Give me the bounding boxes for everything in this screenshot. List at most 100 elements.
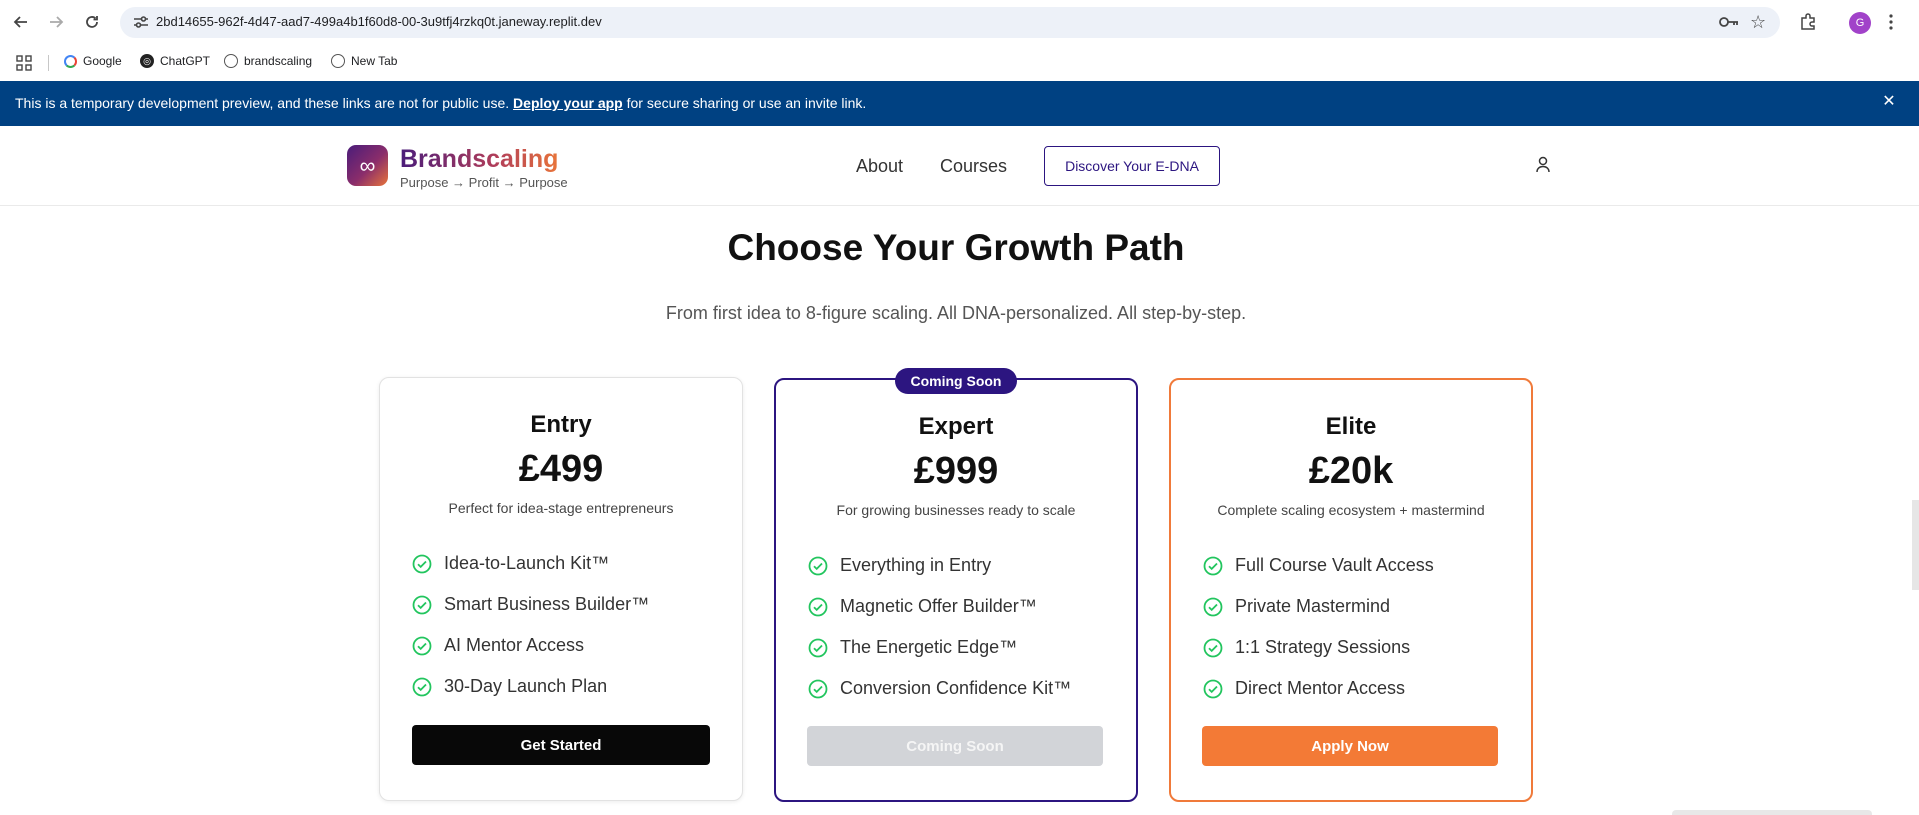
check-circle-icon <box>1203 679 1223 698</box>
feature-list: Everything in Entry Magnetic Offer Build… <box>808 545 1071 709</box>
feature-label: Magnetic Offer Builder™ <box>840 596 1037 616</box>
check-circle-icon <box>412 595 432 614</box>
apps-grid-icon[interactable] <box>16 55 32 71</box>
profile-avatar[interactable]: G <box>1849 12 1871 34</box>
feature-label: The Energetic Edge™ <box>840 637 1018 657</box>
plan-price: £499 <box>518 448 604 490</box>
feature-item: Everything in Entry <box>808 545 1071 586</box>
bookmark-brandscaling[interactable]: brandscaling <box>224 54 312 68</box>
banner-text: This is a temporary development preview,… <box>15 95 866 111</box>
feature-item: Magnetic Offer Builder™ <box>808 586 1071 627</box>
feature-label: Private Mastermind <box>1235 596 1391 616</box>
plan-price: £20k <box>1308 450 1394 492</box>
banner-suffix: for secure sharing or use an invite link… <box>622 95 867 111</box>
plan-name: Expert <box>918 413 994 440</box>
plan-card-entry: Entry £499 Perfect for idea-stage entrep… <box>379 377 743 801</box>
bookmarks-separator <box>48 55 49 71</box>
feature-item: Full Course Vault Access <box>1203 545 1434 586</box>
banner-prefix: This is a temporary development preview,… <box>15 95 514 111</box>
nav-courses[interactable]: Courses <box>940 156 1007 177</box>
check-circle-icon <box>1203 556 1223 575</box>
bookmark-label: brandscaling <box>244 54 313 68</box>
check-circle-icon <box>808 679 828 698</box>
address-bar[interactable]: 2bd14655-962f-4d47-aad7-499a4b1f60d8-00-… <box>120 7 1780 38</box>
extensions-puzzle-icon[interactable] <box>1797 11 1819 33</box>
globe-icon <box>331 54 345 68</box>
feature-list: Full Course Vault Access Private Masterm… <box>1203 545 1434 709</box>
feature-label: Idea-to-Launch Kit™ <box>444 553 610 573</box>
feature-item: Smart Business Builder™ <box>412 584 649 625</box>
bookmark-label: Google <box>83 54 122 68</box>
plan-price: £999 <box>913 450 999 492</box>
feature-item: Direct Mentor Access <box>1203 668 1434 709</box>
feature-item: 30-Day Launch Plan <box>412 666 649 707</box>
feature-item: The Energetic Edge™ <box>808 627 1071 668</box>
feature-list: Idea-to-Launch Kit™ Smart Business Build… <box>412 543 649 707</box>
feature-label: Direct Mentor Access <box>1235 678 1406 698</box>
check-circle-icon <box>808 597 828 616</box>
scrollbar-thumb[interactable] <box>1912 500 1919 590</box>
bookmark-label: New Tab <box>351 54 398 68</box>
plan-name: Entry <box>530 411 592 438</box>
bookmarks-bar: Google ◎ ChatGPT brandscaling New Tab <box>0 45 1919 81</box>
brand-tagline: Purpose → Profit → Purpose <box>400 175 568 190</box>
dev-preview-banner: This is a temporary development preview,… <box>0 81 1919 126</box>
feature-label: 1:1 Strategy Sessions <box>1235 637 1411 657</box>
chatgpt-icon: ◎ <box>140 54 154 68</box>
browser-toolbar: 2bd14655-962f-4d47-aad7-499a4b1f60d8-00-… <box>0 0 1919 45</box>
get-started-button[interactable]: Get Started <box>412 725 710 765</box>
check-circle-icon <box>1203 597 1223 616</box>
page-title: Choose Your Growth Path <box>727 227 1185 268</box>
check-circle-icon <box>412 554 432 573</box>
plan-card-expert: Expert £999 For growing businesses ready… <box>774 378 1138 802</box>
url-text[interactable]: 2bd14655-962f-4d47-aad7-499a4b1f60d8-00-… <box>156 14 602 29</box>
feature-label: Everything in Entry <box>840 555 992 575</box>
feature-label: Conversion Confidence Kit™ <box>840 678 1072 698</box>
bookmark-google[interactable]: Google <box>64 54 122 68</box>
plan-name: Elite <box>1325 413 1377 440</box>
feature-label: Full Course Vault Access <box>1235 555 1434 575</box>
logo-infinity-icon[interactable]: ∞ <box>347 145 388 186</box>
site-settings-icon[interactable] <box>132 14 150 30</box>
feature-item: 1:1 Strategy Sessions <box>1203 627 1434 668</box>
discover-edna-button[interactable]: Discover Your E-DNA <box>1044 146 1220 186</box>
coming-soon-badge: Coming Soon <box>895 368 1017 394</box>
bookmark-chatgpt[interactable]: ◎ ChatGPT <box>140 54 210 68</box>
check-circle-icon <box>1203 638 1223 657</box>
feature-item: AI Mentor Access <box>412 625 649 666</box>
feature-item: Idea-to-Launch Kit™ <box>412 543 649 584</box>
back-arrow-icon[interactable] <box>10 11 32 33</box>
feature-label: Smart Business Builder™ <box>444 594 650 614</box>
feature-label: AI Mentor Access <box>444 635 585 655</box>
globe-icon <box>224 54 238 68</box>
plan-card-elite: Elite £20k Complete scaling ecosystem + … <box>1169 378 1533 802</box>
user-icon[interactable] <box>1535 156 1551 174</box>
brand-name[interactable]: Brandscaling <box>400 145 558 174</box>
forward-arrow-icon[interactable] <box>45 11 67 33</box>
feature-label: 30-Day Launch Plan <box>444 676 608 696</box>
deploy-app-link[interactable]: Deploy your app <box>513 95 623 111</box>
password-key-icon[interactable] <box>1718 14 1740 30</box>
reload-icon[interactable] <box>81 11 103 33</box>
coming-soon-button[interactable]: Coming Soon <box>807 726 1103 766</box>
check-circle-icon <box>808 638 828 657</box>
plan-description: For growing businesses ready to scale <box>836 502 1076 518</box>
google-icon <box>64 54 77 68</box>
more-menu-icon[interactable] <box>1880 11 1902 33</box>
apply-now-button[interactable]: Apply Now <box>1202 726 1498 766</box>
check-circle-icon <box>412 636 432 655</box>
floating-panel-edge <box>1672 810 1872 815</box>
check-circle-icon <box>808 556 828 575</box>
feature-item: Conversion Confidence Kit™ <box>808 668 1071 709</box>
bookmark-label: ChatGPT <box>160 54 211 68</box>
bookmark-new-tab[interactable]: New Tab <box>331 54 397 68</box>
feature-item: Private Mastermind <box>1203 586 1434 627</box>
nav-about[interactable]: About <box>856 156 903 177</box>
site-header: ∞ Brandscaling Purpose → Profit → Purpos… <box>0 126 1919 206</box>
close-icon[interactable]: ✕ <box>1880 93 1898 111</box>
check-circle-icon <box>412 677 432 696</box>
plan-description: Complete scaling ecosystem + mastermind <box>1217 502 1485 518</box>
bookmark-star-icon[interactable]: ☆ <box>1750 12 1766 33</box>
plan-description: Perfect for idea-stage entrepreneurs <box>448 500 674 516</box>
page-subtitle: From first idea to 8-figure scaling. All… <box>665 303 1247 323</box>
